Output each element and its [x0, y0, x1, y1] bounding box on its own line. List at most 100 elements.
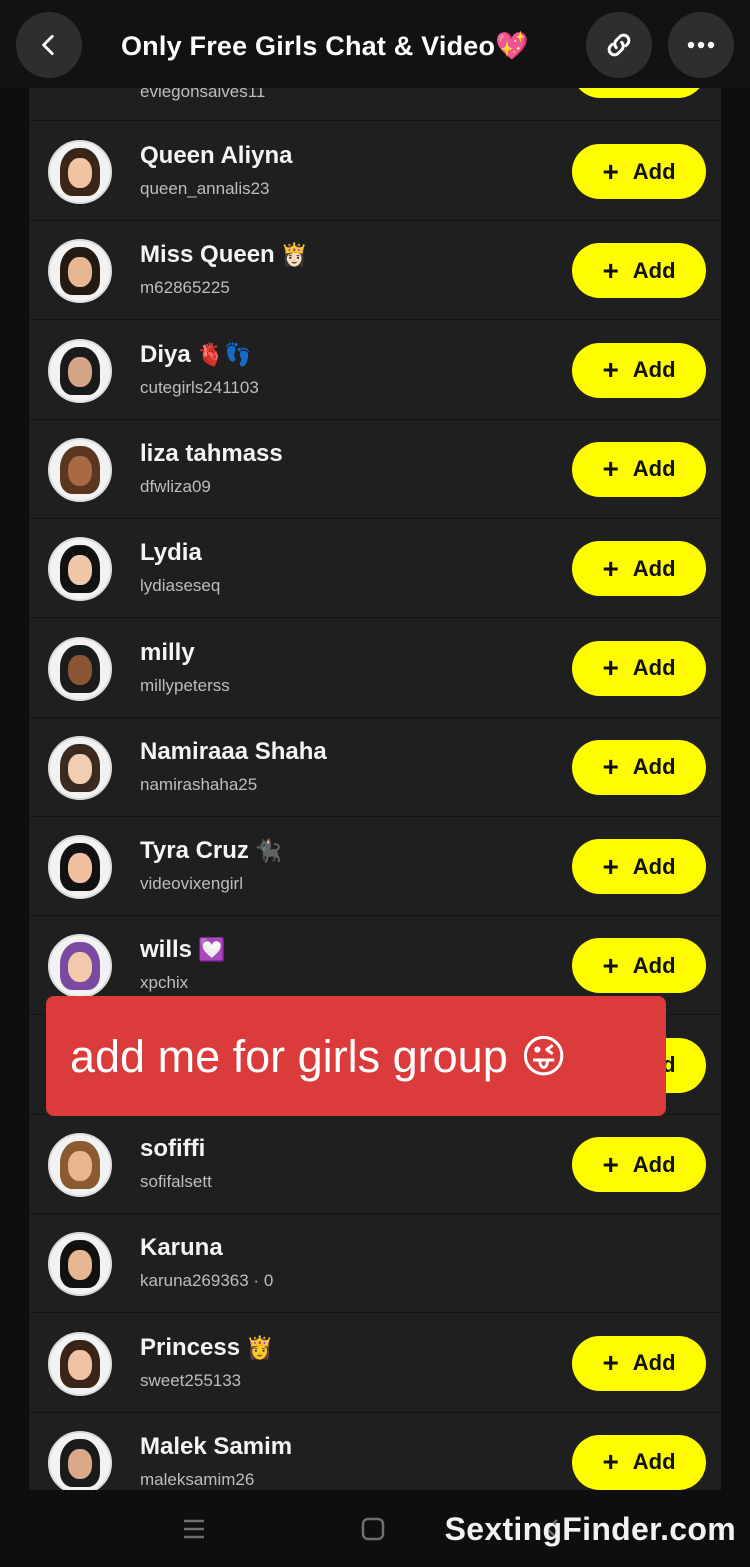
add-button-label: Add — [632, 952, 676, 978]
recent-apps-icon[interactable] — [181, 1516, 207, 1542]
overlay-text: add me for girls group 😜 — [70, 1030, 568, 1082]
add-friend-button[interactable]: + Add — [572, 144, 706, 199]
list-item[interactable]: milly millypeterss + Add — [29, 619, 721, 718]
list-item[interactable]: Lydia lydiaseseq + Add — [29, 519, 721, 619]
list-item[interactable]: liza tahmass dfwliza09 + Add — [29, 420, 721, 519]
add-friend-button[interactable]: + Add — [572, 739, 706, 795]
plus-icon: + — [602, 1446, 619, 1478]
add-button-label: Add — [632, 1350, 676, 1376]
back-button[interactable] — [16, 12, 82, 78]
avatar — [48, 239, 112, 304]
member-name: Namiraaa Shaha — [140, 738, 327, 766]
member-username: m62865225 — [140, 278, 230, 298]
add-friend-button[interactable]: + Add — [572, 541, 706, 597]
avatar — [48, 934, 112, 999]
member-username: dfwliza09 — [140, 476, 211, 496]
list-item[interactable]: Diya 🫀👣 cutegirls241103 + Add — [29, 321, 721, 420]
member-name: Lydia — [140, 539, 202, 567]
avatar-face — [68, 158, 92, 188]
member-username: sweet255133 — [140, 1370, 242, 1390]
member-username: millypeterss — [140, 675, 230, 695]
plus-icon: + — [602, 949, 619, 981]
member-name-emoji: 💟 — [198, 937, 226, 963]
avatar-face — [68, 952, 92, 983]
list-item[interactable]: sofiffi sofifalsett + Add — [29, 1115, 721, 1214]
more-options-button[interactable] — [668, 12, 734, 78]
member-name: Tyra Cruz 🐈‍⬛ — [140, 837, 282, 865]
avatar-face — [68, 1151, 92, 1181]
list-item[interactable]: Miss Queen 👸🏻 m62865225 + Add — [29, 221, 721, 321]
member-name-text: Princess — [140, 1333, 241, 1361]
avatar — [48, 835, 112, 900]
add-friend-button[interactable]: + Add — [572, 640, 706, 696]
member-name: Princess 👸 — [140, 1334, 273, 1362]
plus-icon: + — [602, 1347, 619, 1379]
add-friend-button[interactable]: + Add — [572, 342, 706, 398]
add-friend-button[interactable]: + Add — [572, 1335, 706, 1391]
add-button-label: Add — [632, 1151, 676, 1177]
list-item[interactable]: Malek Samim maleksamim26 + Add — [29, 1413, 721, 1490]
member-name-text: milly — [140, 638, 195, 666]
list-item[interactable]: Namiraaa Shaha namirashaha25 + Add — [29, 718, 721, 817]
home-icon[interactable] — [361, 1517, 385, 1541]
member-username: maleksamim26 — [140, 1469, 255, 1489]
avatar — [48, 1430, 112, 1490]
member-name-text: Diya — [140, 340, 191, 368]
add-button-label: Add — [632, 158, 676, 184]
avatar — [48, 437, 112, 502]
member-username: queen_annalis23 — [140, 179, 270, 198]
add-button-label: Add — [632, 456, 676, 482]
add-button-label: Add — [632, 257, 676, 283]
avatar — [48, 735, 112, 800]
member-name-text: sofiffi — [140, 1135, 206, 1162]
member-name: sofiffi — [140, 1135, 205, 1163]
header-bar: Only Free Girls Chat & Video💖 — [0, 0, 750, 88]
member-username: namirashaha25 — [140, 774, 258, 794]
member-name-text: liza tahmass — [140, 439, 283, 467]
list-item[interactable]: Tyra Cruz 🐈‍⬛ videovixengirl + Add — [29, 817, 721, 917]
plus-icon: + — [602, 155, 619, 187]
chevron-left-icon — [42, 34, 54, 56]
list-item[interactable]: Queen Aliyna queen_annalis23 + Add — [29, 122, 721, 221]
add-button-label: Add — [632, 555, 676, 581]
list-item[interactable]: Karuna karuna269363 · 0 — [29, 1214, 721, 1314]
avatar — [48, 636, 112, 701]
member-name: Queen Aliyna — [140, 142, 292, 170]
avatar-face — [68, 455, 92, 486]
member-username: videovixengirl — [140, 874, 243, 894]
member-name-emoji: 👸 — [246, 1334, 274, 1360]
member-name: Diya 🫀👣 — [140, 341, 252, 369]
add-friend-button[interactable]: + Add — [572, 938, 706, 994]
avatar — [48, 1331, 112, 1396]
add-friend-button[interactable]: + Add — [572, 839, 706, 895]
page-title: Only Free Girls Chat & Video💖 — [120, 31, 530, 61]
member-name: Malek Samim — [140, 1433, 292, 1461]
watermark-text: SextingFinder.com — [444, 1511, 736, 1547]
avatar-face — [68, 1349, 92, 1380]
plus-icon: + — [602, 552, 619, 584]
member-name-emoji: 🐈‍⬛ — [254, 838, 283, 864]
avatar — [48, 1232, 112, 1297]
add-friend-button[interactable]: + Add — [572, 243, 706, 299]
avatar-face — [68, 257, 92, 288]
member-name-emoji: 👸🏻 — [280, 242, 309, 268]
plus-icon: + — [602, 751, 619, 783]
add-button-label: Add — [632, 655, 676, 680]
avatar-face — [68, 1448, 92, 1479]
member-name-text: Miss Queen — [140, 241, 275, 269]
member-username: xpchix — [140, 973, 189, 993]
member-name-text: Tyra Cruz — [140, 837, 249, 865]
add-friend-button[interactable]: + Add — [572, 1137, 706, 1192]
add-friend-button[interactable]: + Add — [572, 441, 706, 497]
avatar-face — [68, 555, 92, 586]
member-username: karuna269363 · 0 — [140, 1271, 274, 1291]
member-name-text: Queen Aliyna — [140, 142, 293, 169]
member-name-text: Lydia — [140, 539, 202, 567]
more-horizontal-icon — [687, 41, 715, 49]
add-friend-button[interactable]: + Add — [572, 1434, 706, 1490]
list-item[interactable]: Princess 👸 sweet255133 + Add — [29, 1314, 721, 1413]
avatar-face — [68, 1250, 92, 1281]
member-name-text: wills — [140, 936, 193, 964]
share-link-button[interactable] — [586, 12, 652, 78]
plus-icon: + — [602, 652, 619, 683]
